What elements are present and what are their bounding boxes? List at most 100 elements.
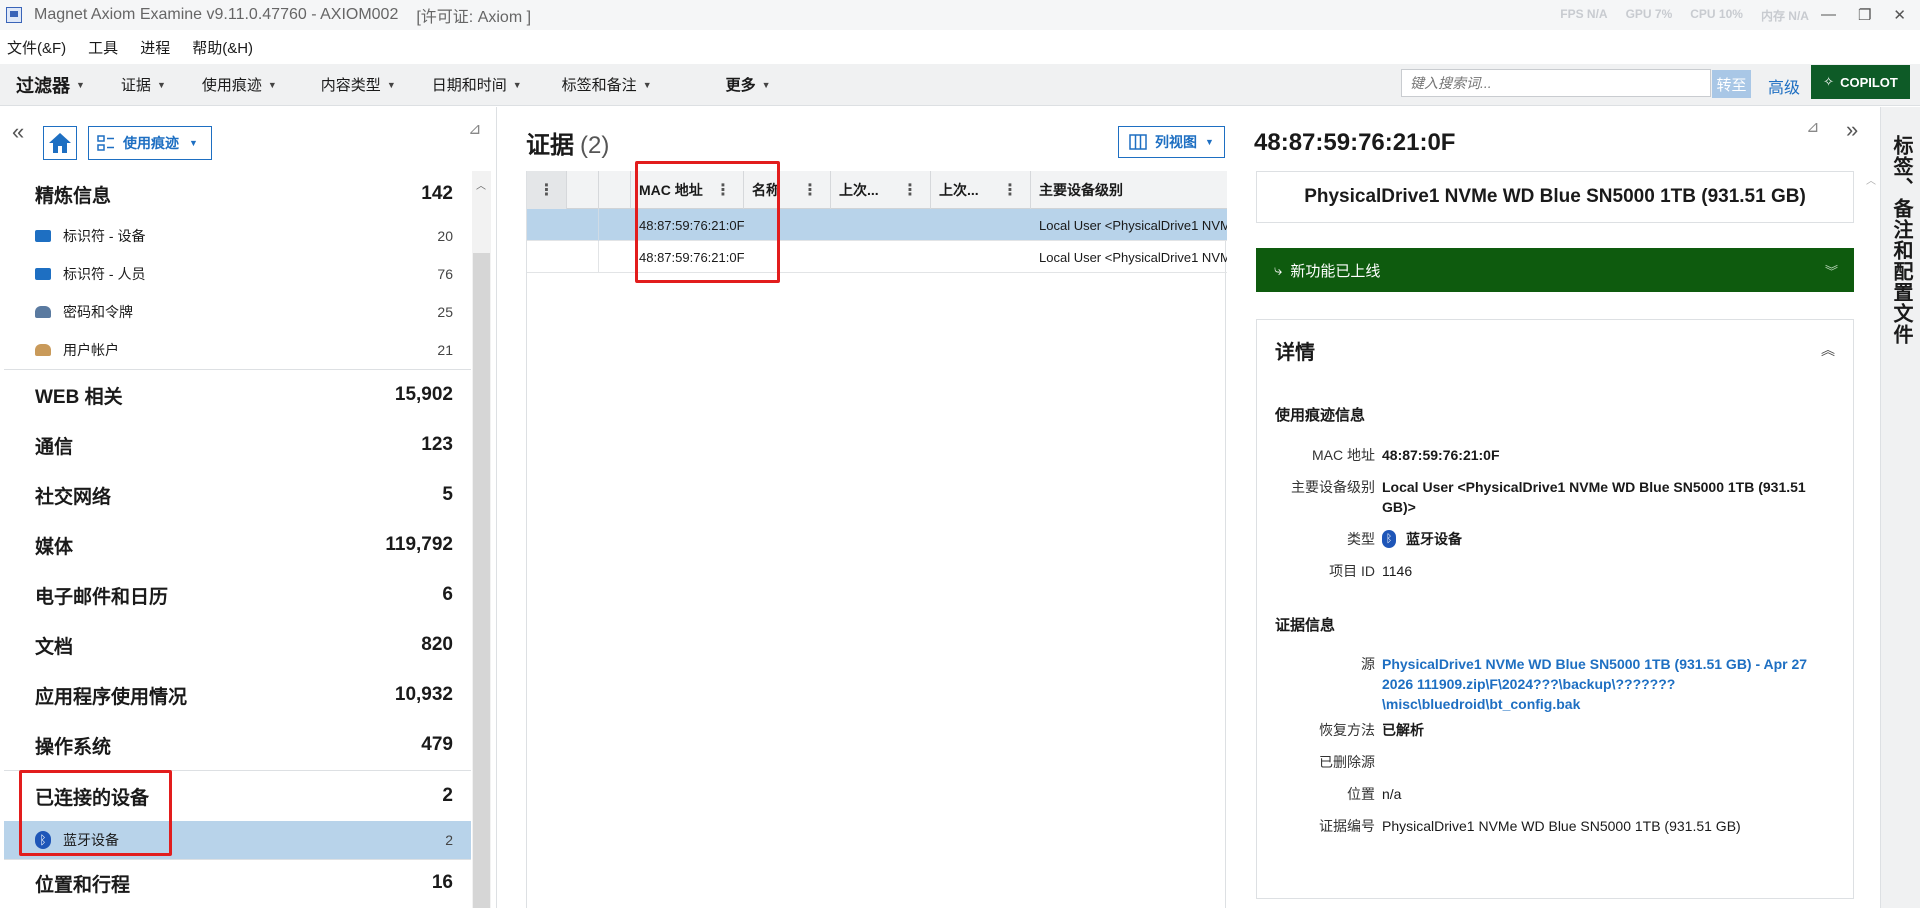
category-app-usage[interactable]: 应用程序使用情况 10,932	[4, 670, 471, 720]
pin-icon[interactable]: ⊿	[468, 119, 481, 139]
category-name: 位置和行程	[35, 874, 131, 896]
category-refined[interactable]: 精炼信息 142	[4, 171, 471, 217]
category-communication[interactable]: 通信 123	[4, 420, 471, 470]
details-heading: 详情	[1275, 342, 1315, 364]
subcategory-device-identifiers[interactable]: 标识符 - 设备 20	[4, 217, 471, 255]
subcategory-passwords-tokens[interactable]: 密码和令牌 25	[4, 293, 471, 331]
detail-label: 证据编号	[1319, 818, 1375, 834]
detail-title: 48:87:59:76:21:0F	[1254, 129, 1456, 156]
close-button[interactable]: ✕	[1893, 6, 1906, 24]
category-media[interactable]: 媒体 119,792	[4, 520, 471, 570]
subcategory-user-accounts[interactable]: 用户帐户 21	[4, 331, 471, 369]
checkbox-column[interactable]	[567, 171, 599, 209]
table-row[interactable]: 48:87:59:76:21:0F Local User <PhysicalDr…	[527, 241, 1227, 273]
chevron-up-icon[interactable]: ︿	[1866, 176, 1876, 187]
filter-artifacts[interactable]: 使用痕迹 ▼	[202, 74, 277, 95]
advanced-search-link[interactable]: 高级	[1768, 74, 1800, 98]
menu-tools[interactable]: 工具	[88, 37, 118, 58]
subcategory-person-identifiers[interactable]: 标识符 - 人员 76	[4, 255, 471, 293]
filter-evidence[interactable]: 证据 ▼	[121, 74, 166, 95]
column-last-seen-2[interactable]: 上次... ⋮	[931, 171, 1031, 209]
category-os[interactable]: 操作系统 479	[4, 720, 471, 770]
goto-button[interactable]: 转至	[1712, 70, 1751, 98]
evidence-count: (2)	[580, 132, 610, 159]
key-user-icon	[35, 306, 51, 318]
menu-help[interactable]: 帮助(&H)	[192, 37, 253, 58]
list-tree-icon	[97, 135, 114, 151]
chevron-up-icon[interactable]: ︿	[476, 177, 486, 192]
cell-mac-address: 48:87:59:76:21:0F	[639, 217, 744, 233]
detail-value: Local User <PhysicalDrive1 NVMe WD Blue …	[1382, 479, 1806, 515]
copilot-button[interactable]: ✧ COPILOT	[1811, 65, 1910, 99]
search-input[interactable]	[1401, 69, 1711, 97]
source-path-link[interactable]: PhysicalDrive1 NVMe WD Blue SN5000 1TB (…	[1382, 654, 1822, 714]
maximize-button[interactable]: ❐	[1858, 6, 1871, 24]
category-social[interactable]: 社交网络 5	[4, 470, 471, 520]
column-primary-device-level[interactable]: 主要设备级别	[1031, 171, 1227, 209]
details-scrollbar[interactable]: ︿	[1866, 171, 1878, 908]
new-feature-banner[interactable]: ⤷ 新功能已上线 ︾	[1256, 248, 1854, 292]
category-name: 社交网络	[35, 486, 112, 508]
column-view-select[interactable]: 列视图 ▼	[1118, 126, 1225, 158]
source-card: PhysicalDrive1 NVMe WD Blue SN5000 1TB (…	[1256, 171, 1854, 223]
evidence-title-text: 证据	[526, 132, 574, 159]
detail-value: n/a	[1382, 786, 1402, 802]
detail-type-text: 蓝牙设备	[1406, 531, 1462, 547]
left-scrollbar[interactable]: ︿	[472, 171, 491, 908]
collapse-left-icon[interactable]: «	[12, 119, 24, 145]
category-location-travel[interactable]: 位置和行程 16	[4, 860, 471, 906]
row-checkbox[interactable]	[567, 209, 599, 241]
category-email-calendar[interactable]: 电子邮件和日历 6	[4, 570, 471, 620]
menu-process[interactable]: 进程	[140, 37, 170, 58]
more-vertical-icon[interactable]: ⋮	[715, 180, 731, 200]
table-row[interactable]: 48:87:59:76:21:0F Local User <PhysicalDr…	[527, 209, 1227, 241]
filter-more-label: 更多	[725, 77, 756, 94]
pin-icon[interactable]: ⊿	[1806, 117, 1819, 137]
home-icon	[49, 133, 71, 153]
category-name: 精炼信息	[35, 185, 112, 207]
app-icon	[6, 7, 22, 23]
column-last-seen-1[interactable]: 上次... ⋮	[831, 171, 931, 209]
column-mac-address[interactable]: MAC 地址 ⋮	[631, 171, 744, 209]
id-card-icon	[35, 268, 51, 280]
category-connected-devices[interactable]: 已连接的设备 2	[4, 771, 471, 821]
license-label: [许可证: Axiom ]	[416, 9, 532, 26]
subcategory-name: 标识符 - 人员	[63, 266, 146, 282]
id-card-icon	[35, 230, 51, 242]
filter-tags-notes[interactable]: 标签和备注 ▼	[562, 74, 652, 95]
artifact-view-select[interactable]: 使用痕迹 ▼	[88, 126, 212, 160]
chevron-double-down-icon[interactable]: ︾	[1825, 261, 1838, 280]
filter-date-time[interactable]: 日期和时间 ▼	[432, 74, 522, 95]
scroll-thumb[interactable]	[473, 253, 490, 908]
home-button[interactable]	[43, 126, 77, 160]
column-options-button[interactable]: ⋮	[527, 171, 567, 209]
cell-primary-device-level: Local User <PhysicalDrive1 NVMe WD Blue …	[1039, 217, 1227, 233]
column-label: 上次...	[839, 182, 879, 198]
more-vertical-icon[interactable]: ⋮	[902, 180, 918, 200]
minimize-button[interactable]: —	[1821, 6, 1836, 24]
tag-column[interactable]	[599, 171, 631, 209]
subcategory-bluetooth-devices[interactable]: ᛒ 蓝牙设备 2	[4, 821, 471, 859]
more-vertical-icon[interactable]: ⋮	[1002, 180, 1018, 200]
collapse-right-icon[interactable]: »	[1846, 117, 1858, 143]
more-vertical-icon[interactable]: ⋮	[802, 180, 818, 200]
subcategory-count: 76	[437, 266, 453, 282]
category-name: 应用程序使用情况	[35, 686, 188, 708]
category-documents[interactable]: 文档 820	[4, 620, 471, 670]
detail-label: 恢复方法	[1319, 722, 1375, 738]
filter-content-type[interactable]: 内容类型 ▼	[321, 74, 396, 95]
tags-notes-profiles-tab[interactable]: 标签、备注和配置文件	[1880, 107, 1920, 908]
category-count: 16	[431, 872, 453, 893]
columns-icon	[1129, 134, 1147, 150]
filters-dropdown[interactable]: 过滤器 ▼	[16, 72, 85, 98]
filter-more[interactable]: 更多 ▼	[726, 74, 771, 95]
row-checkbox[interactable]	[567, 241, 599, 273]
category-count: 2	[442, 785, 453, 806]
column-name[interactable]: 名称 ⋮	[744, 171, 831, 209]
chevron-double-up-icon[interactable]: ︽	[1821, 340, 1835, 360]
chevron-down-icon: ▼	[156, 79, 166, 90]
category-web[interactable]: WEB 相关 15,902	[4, 370, 471, 420]
detail-label: 位置	[1347, 786, 1375, 802]
menu-file[interactable]: 文件(&F)	[7, 37, 66, 58]
window-title: Magnet Axiom Examine v9.11.0.47760 - AXI…	[34, 6, 399, 23]
